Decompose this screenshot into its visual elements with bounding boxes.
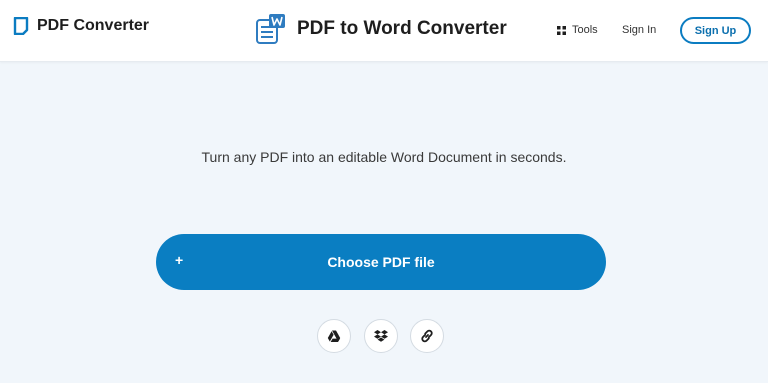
sign-in-link[interactable]: Sign In: [622, 24, 656, 36]
grid-icon: [557, 25, 566, 35]
tools-menu[interactable]: Tools: [557, 24, 598, 36]
link-icon: [421, 329, 433, 343]
tools-label: Tools: [572, 24, 598, 36]
choose-pdf-file-label: Choose PDF file: [327, 254, 435, 270]
dropbox-icon: [374, 330, 388, 342]
google-drive-button[interactable]: [317, 319, 351, 353]
sign-up-button[interactable]: Sign Up: [680, 17, 751, 44]
choose-pdf-file-button[interactable]: + Choose PDF file: [156, 234, 606, 290]
page-title: PDF to Word Converter: [297, 18, 507, 39]
pdf-converter-logo-icon: [13, 17, 29, 35]
dropbox-button[interactable]: [364, 319, 398, 353]
logo-text: PDF Converter: [37, 17, 150, 34]
google-drive-icon: [327, 330, 341, 342]
word-document-icon: [256, 14, 285, 44]
link-button[interactable]: [410, 319, 444, 353]
logo[interactable]: PDF Converter: [13, 17, 149, 35]
tagline: Turn any PDF into an editable Word Docum…: [201, 149, 567, 165]
top-header: PDF Converter PDF to Word Converter Tool…: [0, 0, 768, 62]
page-title-group: PDF to Word Converter: [255, 13, 507, 45]
